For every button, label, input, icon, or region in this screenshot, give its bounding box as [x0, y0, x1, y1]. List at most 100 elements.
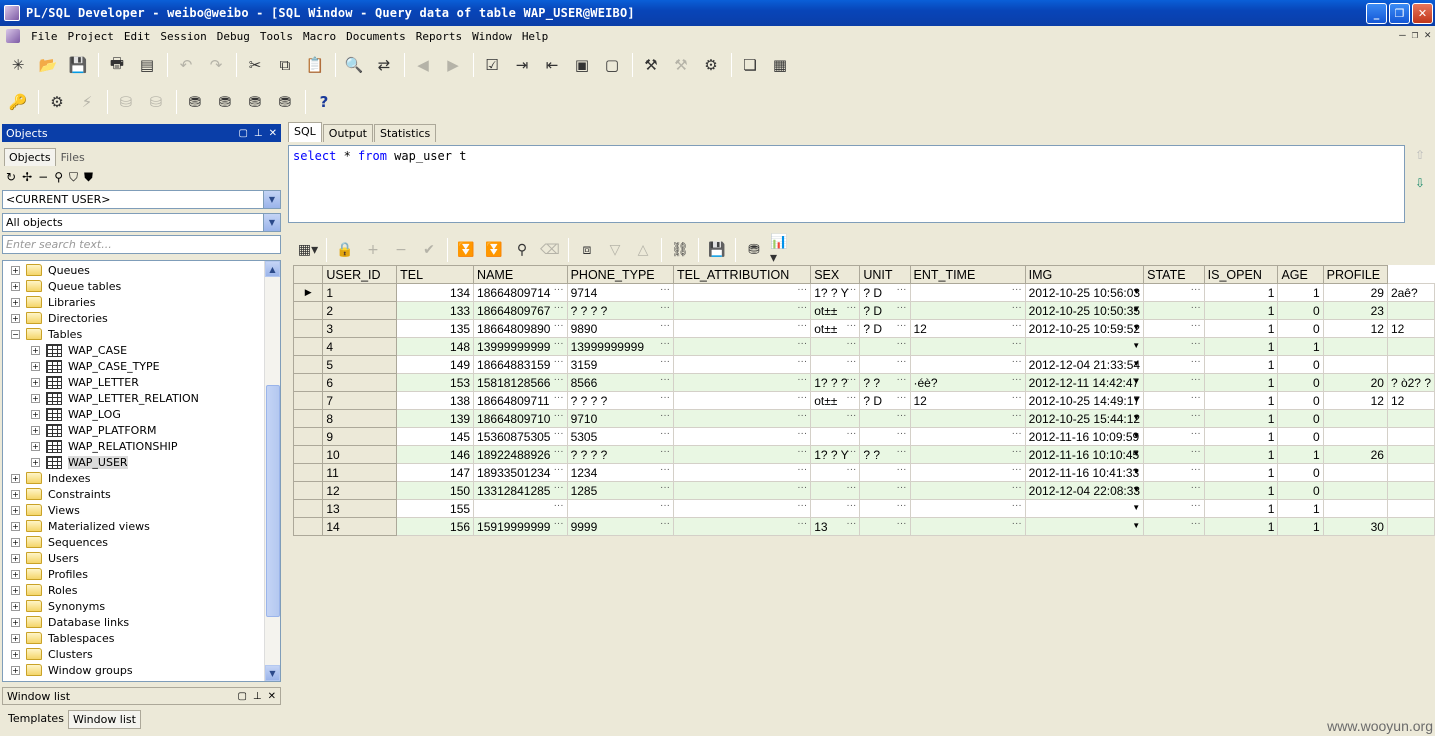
cell-editor-button[interactable]: ···: [660, 447, 670, 458]
grid-cell[interactable]: 133: [396, 301, 475, 320]
grid-cell[interactable]: 148: [396, 337, 475, 356]
grid-cell[interactable]: 13312841285 ···: [473, 481, 568, 500]
grid-cell[interactable]: [1386, 301, 1435, 320]
expand-icon[interactable]: +: [11, 297, 20, 307]
post-changes-icon[interactable]: ✔: [417, 238, 441, 262]
grid-cell[interactable]: 0: [1277, 409, 1324, 428]
scroll-up-icon[interactable]: ▲: [265, 261, 280, 277]
grid-cell[interactable]: 18664809890 ···: [473, 319, 568, 338]
cell-editor-button[interactable]: ···: [797, 519, 807, 530]
tab-files[interactable]: Files: [55, 148, 90, 166]
row-number[interactable]: 13: [322, 499, 398, 518]
grid-cell[interactable]: 156: [396, 517, 475, 536]
grid-cell[interactable]: ···: [672, 409, 812, 428]
chevron-down-icon[interactable]: ▼: [1132, 377, 1140, 386]
grid-cell[interactable]: ···: [909, 283, 1026, 302]
chevron-down-icon[interactable]: ▼: [1132, 503, 1140, 512]
menu-session[interactable]: Session: [155, 30, 211, 43]
cell-editor-button[interactable]: ···: [897, 411, 907, 422]
cell-editor-button[interactable]: ···: [1191, 411, 1201, 422]
cell-editor-button[interactable]: ···: [1191, 321, 1201, 332]
grid-cell[interactable]: 1285 ···: [566, 481, 675, 500]
grid-cell[interactable]: ···: [672, 337, 812, 356]
grid-cell[interactable]: ···: [672, 283, 812, 302]
column-header[interactable]: TEL_ATTRIBUTION: [672, 265, 812, 284]
redo-icon[interactable]: ↷: [204, 53, 228, 77]
cell-editor-button[interactable]: ···: [797, 447, 807, 458]
tree-item-folder[interactable]: + Indexes: [3, 470, 280, 486]
cell-editor-button[interactable]: ···: [846, 519, 856, 530]
grid-cell[interactable]: 13999999999 ···: [566, 337, 675, 356]
expand-icon[interactable]: +: [11, 521, 20, 531]
cell-editor-button[interactable]: ···: [897, 321, 907, 332]
expand-icon[interactable]: +: [31, 361, 40, 371]
table-row[interactable]: 3 135 18664809890 ··· 9890 ··· ··· ot±± ···? D ··…: [292, 319, 1435, 338]
chevron-down-icon[interactable]: ▼: [1132, 341, 1140, 350]
tree-item-table[interactable]: + WAP_LETTER_RELATION: [3, 390, 280, 406]
panel-close-icon[interactable]: ✕: [268, 691, 276, 702]
row-indicator[interactable]: [292, 319, 324, 338]
column-header[interactable]: IMG: [1024, 265, 1145, 284]
tree-item-folder[interactable]: + Profiles: [3, 566, 280, 582]
grid-cell[interactable]: ···: [909, 499, 1026, 518]
tree-item-folder[interactable]: + Roles: [3, 582, 280, 598]
grid-cell[interactable]: ot±± ···: [810, 301, 861, 320]
row-indicator[interactable]: [292, 391, 324, 410]
cell-editor-button[interactable]: ···: [660, 519, 670, 530]
table-row[interactable]: 13 155 ··· ··· ··· ··· ··· ··· ▼ ··· 1 1: [292, 499, 1435, 518]
cell-editor-button[interactable]: ···: [660, 285, 670, 296]
grid-cell[interactable]: 1: [1203, 355, 1279, 374]
cell-editor-button[interactable]: ···: [1191, 519, 1201, 530]
grid-cell[interactable]: 20: [1322, 373, 1388, 392]
expand-icon[interactable]: +: [11, 473, 20, 483]
grid-cell[interactable]: 2aê?: [1386, 283, 1435, 302]
row-number[interactable]: 4: [322, 337, 398, 356]
cell-editor-button[interactable]: ···: [846, 303, 856, 314]
results-grid[interactable]: USER_ID TEL NAME PHONE_TYPE TEL_ATTRIBUTION S…: [292, 265, 1435, 536]
table-row[interactable]: 2 133 18664809767 ···? ? ? ? ··· ··· ot±± ···? …: [292, 301, 1435, 320]
grid-cell[interactable]: ···: [1143, 301, 1205, 320]
chevron-down-icon[interactable]: ▼: [1132, 521, 1140, 530]
cell-editor-button[interactable]: ···: [554, 339, 564, 350]
row-indicator[interactable]: [292, 517, 324, 536]
column-header[interactable]: AGE: [1277, 265, 1324, 284]
new-program-window-icon[interactable]: ⛃: [183, 90, 207, 114]
grid-cell[interactable]: 15818128566 ···: [473, 373, 568, 392]
table-row[interactable]: 5 149 18664883159 ··· 3159 ··· ··· ··· ··· ··· 201…: [292, 355, 1435, 374]
chevron-down-icon[interactable]: ▼: [1132, 431, 1140, 440]
panel-float-icon[interactable]: ▢: [238, 128, 247, 139]
grid-cell[interactable]: 2012-10-25 15:44:12 ▼: [1024, 409, 1145, 428]
chevron-down-icon[interactable]: ▼: [1132, 305, 1140, 314]
grid-cell[interactable]: 0: [1277, 301, 1324, 320]
minimize-button[interactable]: _: [1366, 3, 1387, 24]
cell-editor-button[interactable]: ···: [1012, 339, 1022, 350]
chevron-down-icon[interactable]: ▼: [263, 214, 280, 231]
grid-cell[interactable]: 2012-10-25 10:50:35 ▼: [1024, 301, 1145, 320]
row-indicator[interactable]: [292, 355, 324, 374]
grid-cell[interactable]: ···: [859, 409, 911, 428]
panel-close-icon[interactable]: ✕: [269, 128, 277, 139]
grid-cell[interactable]: 12: [1322, 319, 1388, 338]
insert-record-icon[interactable]: +: [361, 238, 385, 262]
tree-item-table[interactable]: + WAP_LOG: [3, 406, 280, 422]
grid-cell[interactable]: 1: [1277, 445, 1324, 464]
menu-debug[interactable]: Debug: [212, 30, 255, 43]
tab-sql[interactable]: SQL: [288, 122, 322, 142]
grid-cell[interactable]: 1: [1203, 481, 1279, 500]
cell-editor-button[interactable]: ···: [797, 303, 807, 314]
cell-editor-button[interactable]: ···: [554, 321, 564, 332]
grid-cell[interactable]: 18664809710 ···: [473, 409, 568, 428]
grid-cell[interactable]: 12 ···: [909, 391, 1026, 410]
grid-cell[interactable]: 1: [1203, 499, 1279, 518]
object-tree[interactable]: + Queues + Queue tables + Libraries + Directori…: [2, 260, 281, 682]
grid-cell[interactable]: ···: [672, 481, 812, 500]
column-header[interactable]: UNIT: [859, 265, 911, 284]
menu-help[interactable]: Help: [517, 30, 554, 43]
expand-icon[interactable]: +: [11, 649, 20, 659]
grid-cell[interactable]: ···: [909, 355, 1026, 374]
compile-all-icon[interactable]: ⚒: [669, 53, 693, 77]
next-page-icon[interactable]: ▽: [603, 238, 627, 262]
grid-cell[interactable]: 9714 ···: [566, 283, 675, 302]
tree-item-folder[interactable]: + Queue tables: [3, 278, 280, 294]
filter-select[interactable]: All objects ▼: [2, 213, 281, 232]
